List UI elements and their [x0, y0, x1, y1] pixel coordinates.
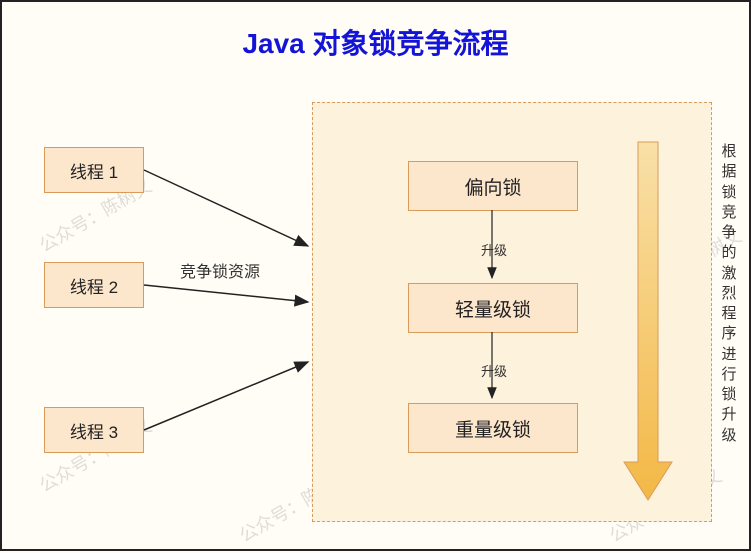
lock-container: 偏向锁 轻量级锁 重量级锁 升级 升级 [312, 102, 712, 522]
thread-box-1: 线程 1 [44, 147, 144, 193]
upgrade-label-1: 升级 [481, 240, 507, 259]
lock-box-heavyweight: 重量级锁 [408, 403, 578, 453]
thread-box-3: 线程 3 [44, 407, 144, 453]
side-text: 根据锁竞争的激烈程序进行锁升级 [719, 142, 739, 446]
lock-box-lightweight: 轻量级锁 [408, 283, 578, 333]
diagram-title: Java 对象锁竞争流程 [2, 22, 749, 62]
edge-label-compete: 竞争锁资源 [180, 258, 260, 282]
upgrade-label-2: 升级 [481, 361, 507, 380]
thread-box-2: 线程 2 [44, 262, 144, 308]
lock-box-biased: 偏向锁 [408, 161, 578, 211]
